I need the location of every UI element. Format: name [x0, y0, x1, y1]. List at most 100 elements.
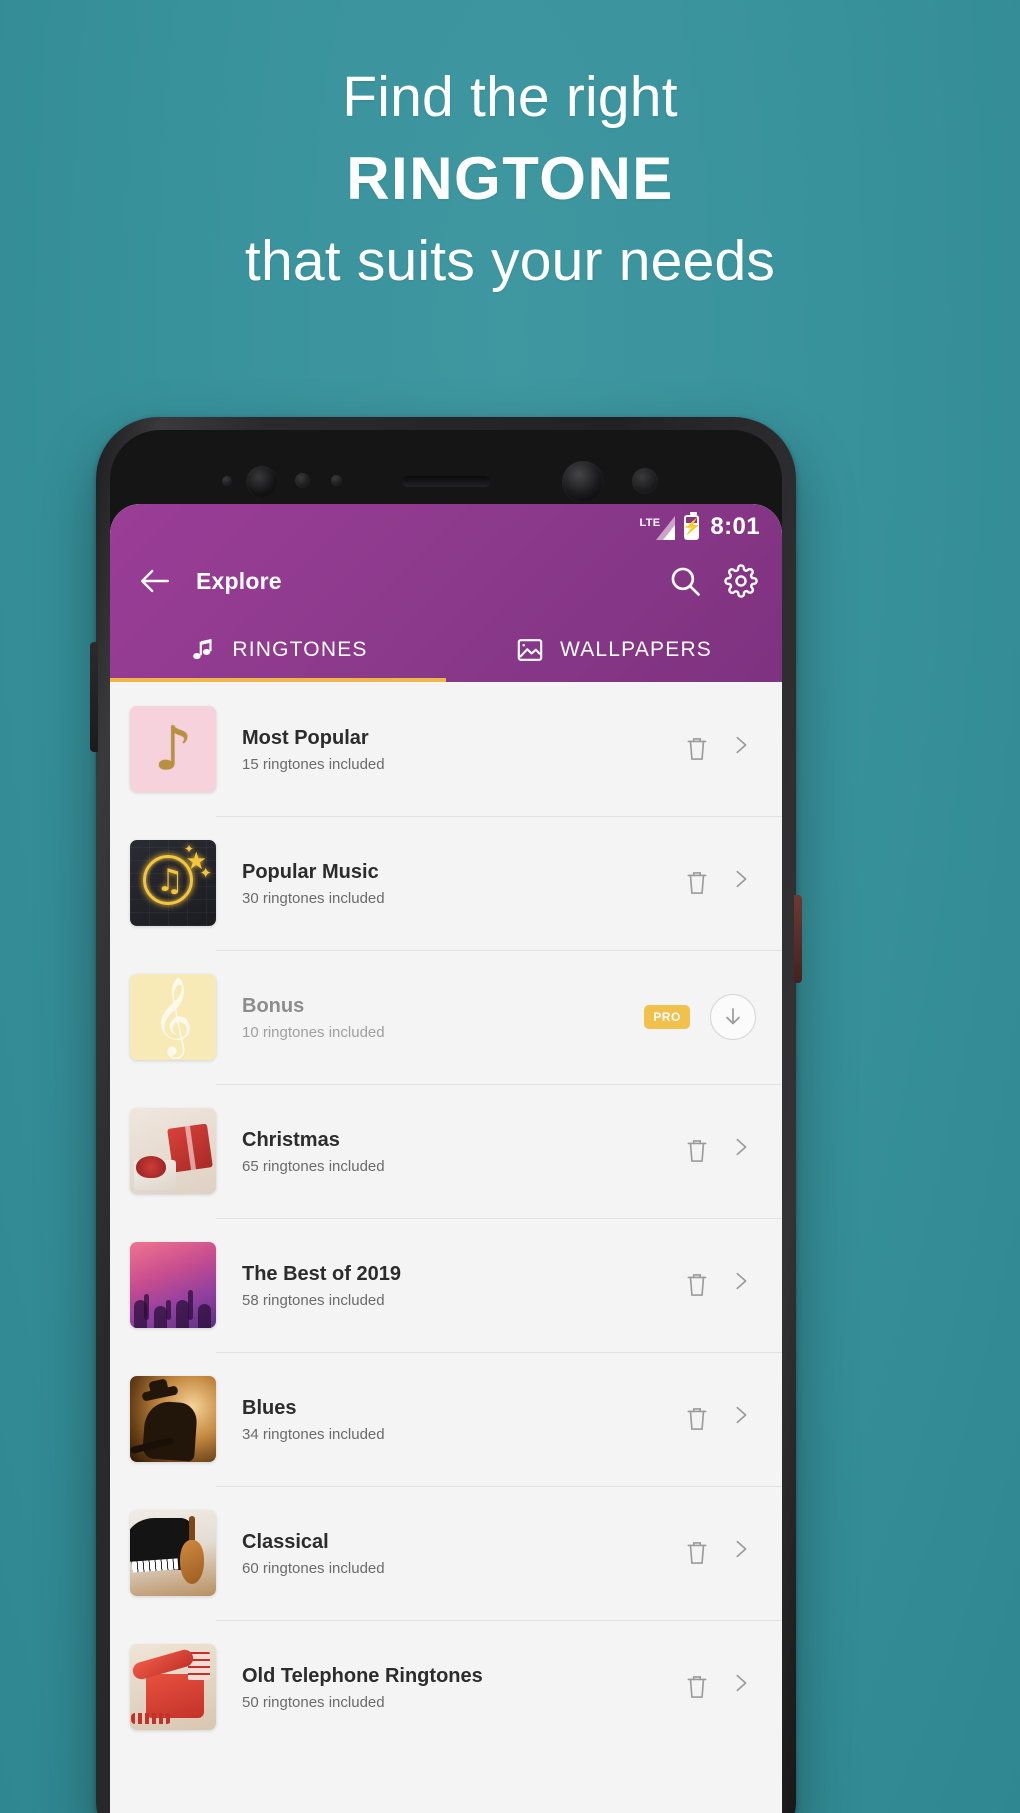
delete-icon[interactable]: [684, 869, 710, 897]
list-item-text: Blues 34 ringtones included: [216, 1396, 684, 1443]
pro-badge: PRO: [644, 1005, 690, 1029]
list-item[interactable]: The Best of 2019 58 ringtones included: [110, 1218, 782, 1352]
list-item-subtitle: 60 ringtones included: [242, 1559, 385, 1577]
list-item-actions: [684, 1538, 756, 1568]
delete-icon[interactable]: [684, 1405, 710, 1433]
list-item-actions: [684, 1404, 756, 1434]
front-camera-icon: [246, 466, 278, 498]
list-item-text: Popular Music 30 ringtones included: [216, 860, 684, 907]
gear-icon[interactable]: [724, 564, 758, 598]
chevron-right-icon[interactable]: [730, 1404, 752, 1434]
list-item-subtitle: 65 ringtones included: [242, 1157, 385, 1175]
list-item-text: Old Telephone Ringtones 50 ringtones inc…: [216, 1664, 684, 1711]
download-icon[interactable]: [710, 994, 756, 1040]
status-bar-clock: 8:01: [710, 513, 760, 540]
list-item-title: Bonus: [242, 994, 305, 1017]
list-item-actions: [684, 868, 756, 898]
list-item-text: Christmas 65 ringtones included: [216, 1128, 684, 1175]
list-item-title: Most Popular: [242, 726, 369, 749]
list-item-text: Most Popular 15 ringtones included: [216, 726, 684, 773]
list-item-subtitle: 15 ringtones included: [242, 755, 385, 773]
delete-icon[interactable]: [684, 1137, 710, 1165]
status-bar: LTE ⚡ 8:01: [110, 510, 782, 544]
list-item-title: Popular Music: [242, 860, 379, 883]
list-item-title: Classical: [242, 1530, 329, 1553]
phone-sensor-strip: [110, 430, 782, 504]
tab-ringtones-label: RINGTONES: [232, 638, 368, 661]
red-rotary-phone-thumbnail: [130, 1644, 216, 1730]
list-item-text: Classical 60 ringtones included: [216, 1530, 684, 1577]
concert-crowd-thumbnail: [130, 1242, 216, 1328]
tab-wallpapers[interactable]: WALLPAPERS: [446, 618, 782, 682]
list-item-actions: PRO: [644, 994, 756, 1040]
promo-headline: Find the right RINGTONE that suits your …: [0, 56, 1020, 302]
earpiece-speaker: [402, 476, 490, 487]
delete-icon[interactable]: [684, 735, 710, 763]
image-icon: [516, 636, 544, 664]
list-item[interactable]: Old Telephone Ringtones 50 ringtones inc…: [110, 1620, 782, 1754]
app-screen: LTE ⚡ 8:01 Explore RINGTONES WALLPAPERS …: [110, 504, 782, 1813]
list-item-title: Blues: [242, 1396, 297, 1419]
piano-cello-thumbnail: [130, 1510, 216, 1596]
phone-mockup: LTE ⚡ 8:01 Explore RINGTONES WALLPAPERS …: [90, 417, 802, 1813]
list-item-text: Bonus 10 ringtones included: [216, 994, 644, 1041]
promo-line-2: RINGTONE: [346, 145, 674, 212]
search-icon[interactable]: [668, 564, 702, 598]
list-item-subtitle: 58 ringtones included: [242, 1291, 385, 1309]
list-item-title: The Best of 2019: [242, 1262, 401, 1285]
list-item-actions: [684, 1270, 756, 1300]
music-note-icon: [188, 636, 216, 664]
list-item-title: Old Telephone Ringtones: [242, 1664, 483, 1687]
chevron-right-icon[interactable]: [730, 868, 752, 898]
signal-bars-icon: [656, 516, 676, 540]
tab-wallpapers-label: WALLPAPERS: [559, 638, 713, 661]
tab-ringtones[interactable]: RINGTONES: [110, 618, 446, 682]
treble-clef-thumbnail: 𝄞: [130, 974, 216, 1060]
chevron-right-icon[interactable]: [730, 1270, 752, 1300]
power-button[interactable]: [794, 895, 802, 983]
secondary-sensor-icon: [632, 468, 658, 494]
list-item[interactable]: ♪ Most Popular 15 ringtones included: [110, 682, 782, 816]
title-bar: Explore: [110, 544, 782, 618]
list-item[interactable]: Blues 34 ringtones included: [110, 1352, 782, 1486]
phone-bezel: LTE ⚡ 8:01 Explore RINGTONES WALLPAPERS …: [110, 430, 782, 1813]
signal-indicator: LTE: [640, 514, 676, 540]
delete-icon[interactable]: [684, 1673, 710, 1701]
chevron-right-icon[interactable]: [730, 1538, 752, 1568]
list-item-actions: [684, 734, 756, 764]
sensor-dot-icon: [222, 476, 232, 486]
promo-line-1: Find the right: [342, 65, 678, 129]
list-item[interactable]: Classical 60 ringtones included: [110, 1486, 782, 1620]
list-item-subtitle: 10 ringtones included: [242, 1023, 385, 1041]
list-item-title: Christmas: [242, 1128, 340, 1151]
list-item[interactable]: 𝄞 Bonus 10 ringtones included PRO: [110, 950, 782, 1084]
christmas-gifts-thumbnail: [130, 1108, 216, 1194]
list-item-subtitle: 34 ringtones included: [242, 1425, 385, 1443]
chevron-right-icon[interactable]: [730, 734, 752, 764]
list-item-subtitle: 50 ringtones included: [242, 1693, 385, 1711]
promo-line-3: that suits your needs: [244, 229, 776, 293]
list-item[interactable]: Christmas 65 ringtones included: [110, 1084, 782, 1218]
volume-button[interactable]: [90, 642, 98, 752]
delete-icon[interactable]: [684, 1539, 710, 1567]
list-item-actions: [684, 1672, 756, 1702]
chevron-right-icon[interactable]: [730, 1672, 752, 1702]
category-list: ♪ Most Popular 15 ringtones included ♫ ★…: [110, 682, 782, 1813]
tab-bar: RINGTONES WALLPAPERS: [110, 618, 782, 682]
light-sensor-icon: [331, 475, 342, 486]
blues-guitarist-thumbnail: [130, 1376, 216, 1462]
delete-icon[interactable]: [684, 1271, 710, 1299]
iris-scanner-icon: [562, 461, 604, 503]
app-bar: LTE ⚡ 8:01 Explore RINGTONES WALLPAPERS: [110, 504, 782, 682]
neon-music-stars-thumbnail: ♫ ★ ✦ ✦: [130, 840, 216, 926]
list-item-subtitle: 30 ringtones included: [242, 889, 385, 907]
back-arrow-icon[interactable]: [138, 564, 172, 598]
list-item-actions: [684, 1136, 756, 1166]
battery-charging-icon: ⚡: [683, 511, 701, 540]
promo-screenshot: Find the right RINGTONE that suits your …: [0, 0, 1020, 1813]
chevron-right-icon[interactable]: [730, 1136, 752, 1166]
list-item[interactable]: ♫ ★ ✦ ✦ Popular Music 30 ringtones inclu…: [110, 816, 782, 950]
page-title: Explore: [196, 567, 282, 594]
music-note-dots-thumbnail: ♪: [130, 706, 216, 792]
list-item-text: The Best of 2019 58 ringtones included: [216, 1262, 684, 1309]
